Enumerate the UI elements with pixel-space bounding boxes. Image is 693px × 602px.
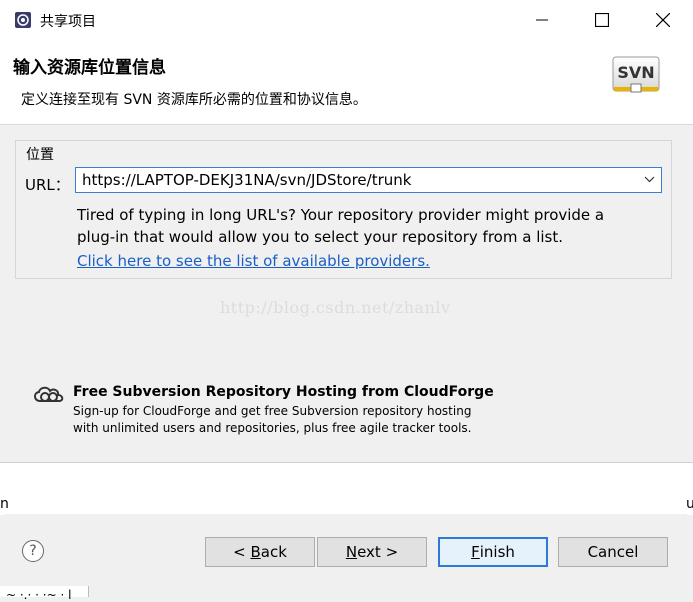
next-button[interactable]: Next > bbox=[317, 537, 427, 567]
eclipse-icon bbox=[15, 12, 31, 28]
url-label: URL： bbox=[25, 176, 70, 194]
providers-link[interactable]: Click here to see the list of available … bbox=[77, 252, 430, 270]
cloudforge-title[interactable]: Free Subversion Repository Hosting from … bbox=[73, 384, 494, 400]
minimize-button[interactable] bbox=[512, 0, 572, 40]
group-title: 位置 bbox=[26, 147, 54, 163]
back-mnemonic: B bbox=[250, 543, 261, 561]
next-label: ext > bbox=[357, 543, 399, 561]
back-prefix: < bbox=[233, 543, 251, 561]
cloudforge-icon[interactable] bbox=[31, 384, 67, 406]
page-title: 输入资源库位置信息 bbox=[13, 58, 166, 78]
wizard-header: 输入资源库位置信息 定义连接至现有 SVN 资源库所必需的位置和协议信息。 SV… bbox=[0, 40, 693, 125]
url-combobox[interactable]: https://LAPTOP-DEKJ31NA/svn/JDStore/trun… bbox=[75, 167, 662, 193]
back-label: ack bbox=[260, 543, 287, 561]
cloudforge-description: Sign-up for CloudForge and get free Subv… bbox=[73, 403, 471, 437]
title-bar: 共享项目 bbox=[0, 0, 693, 40]
finish-label: inish bbox=[479, 543, 515, 561]
background-text-right: u bbox=[686, 496, 693, 512]
hint-line-1: Tired of typing in long URL's? Your repo… bbox=[77, 206, 605, 224]
maximize-icon bbox=[595, 13, 609, 27]
next-mnemonic: N bbox=[345, 543, 358, 561]
watermark: http://blog.csdn.net/zhanlv bbox=[220, 298, 451, 317]
background-text-left: n bbox=[0, 496, 9, 512]
cloudforge-desc-line-1: Sign-up for CloudForge and get free Subv… bbox=[73, 404, 472, 418]
cancel-button[interactable]: Cancel bbox=[558, 537, 668, 567]
location-group: 位置 URL： https://LAPTOP-DEKJ31NA/svn/JDSt… bbox=[15, 140, 672, 279]
close-icon bbox=[656, 13, 670, 27]
svg-text:SVN: SVN bbox=[617, 63, 654, 82]
finish-mnemonic: F bbox=[471, 543, 480, 561]
hint-line-2: plug-in that would allow you to select y… bbox=[77, 228, 563, 246]
background-window bbox=[0, 462, 693, 515]
back-button[interactable]: < Back bbox=[205, 537, 315, 567]
maximize-button[interactable] bbox=[572, 0, 632, 40]
close-button[interactable] bbox=[633, 0, 693, 40]
help-icon[interactable]: ? bbox=[22, 540, 44, 562]
hint-text: Tired of typing in long URL's? Your repo… bbox=[77, 204, 657, 248]
chevron-down-icon[interactable] bbox=[644, 176, 655, 183]
page-description: 定义连接至现有 SVN 资源库所必需的位置和协议信息。 bbox=[21, 92, 367, 108]
minimize-icon bbox=[536, 19, 548, 21]
url-value[interactable]: https://LAPTOP-DEKJ31NA/svn/JDStore/trun… bbox=[82, 171, 411, 189]
background-bottom-text: ~ ·.· · ·~ · l bbox=[6, 588, 72, 602]
svn-logo: SVN bbox=[612, 56, 660, 93]
window-title: 共享项目 bbox=[40, 14, 96, 30]
cloudforge-desc-line-2: with unlimited users and repositories, p… bbox=[73, 421, 472, 435]
finish-button[interactable]: Finish bbox=[438, 537, 548, 567]
